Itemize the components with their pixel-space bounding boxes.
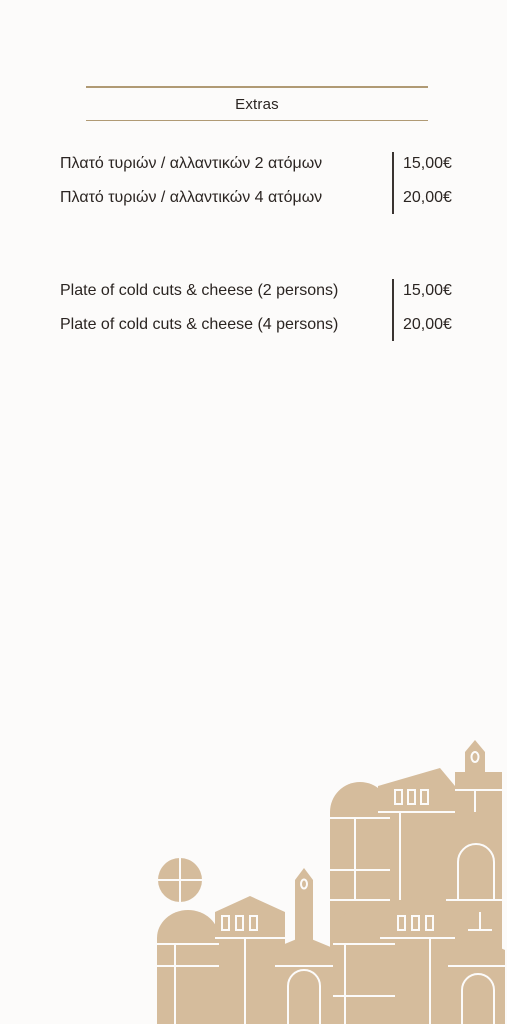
menu-item: Πλατό τυριών / αλλαντικών 2 ατόμων 15,00… [60, 152, 460, 186]
english-menu-list: Plate of cold cuts & cheese (2 persons) … [60, 279, 460, 347]
item-price: 15,00€ [403, 282, 452, 299]
section-title: Extras [235, 95, 279, 113]
item-name: Plate of cold cuts & cheese (2 persons) [60, 282, 339, 299]
menu-item: Πλατό τυριών / αλλαντικών 4 ατόμων 20,00… [60, 186, 460, 220]
menu-item: Plate of cold cuts & cheese (2 persons) … [60, 279, 460, 313]
item-name: Plate of cold cuts & cheese (4 persons) [60, 316, 339, 333]
menu-item: Plate of cold cuts & cheese (4 persons) … [60, 313, 460, 347]
greek-menu-list: Πλατό τυριών / αλλαντικών 2 ατόμων 15,00… [60, 152, 460, 220]
town-illustration [157, 740, 505, 1024]
item-name: Πλατό τυριών / αλλαντικών 2 ατόμων [60, 155, 323, 172]
item-price: 20,00€ [403, 189, 452, 206]
item-price: 15,00€ [403, 155, 452, 172]
bottom-rule [86, 119, 428, 121]
item-name: Πλατό τυριών / αλλαντικών 4 ατόμων [60, 189, 323, 206]
item-price: 20,00€ [403, 316, 452, 333]
section-header: Extras [86, 86, 428, 121]
